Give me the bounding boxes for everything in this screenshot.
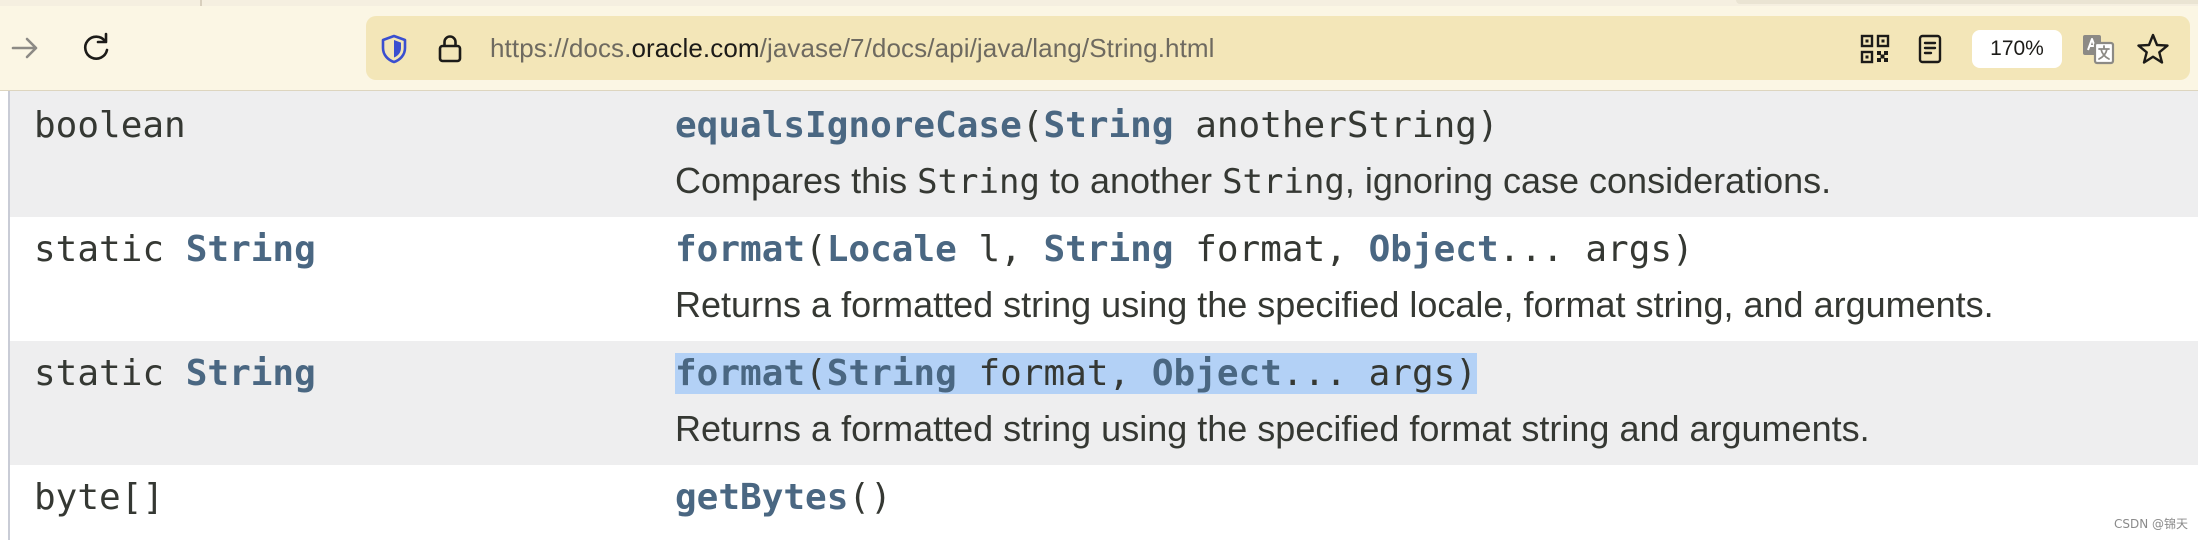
method-description: Compares this String to another String, … (675, 160, 1831, 202)
paren-open: ( (1021, 105, 1044, 146)
url-prefix: https://docs. (490, 33, 632, 63)
paren-open: ( (848, 477, 871, 518)
text-selection: format(String format, Object... args) (675, 353, 1477, 394)
method-signature: format(Locale l, String format, Object..… (675, 229, 1694, 270)
paren-close: ) (1672, 229, 1694, 270)
modifier: static (34, 229, 186, 270)
method-link[interactable]: equalsIgnoreCase (675, 105, 1022, 146)
param-type-link[interactable]: String (827, 353, 957, 394)
paren-open: ( (805, 353, 827, 394)
watermark: CSDN @锦天 (2113, 517, 2188, 531)
arrow-right-icon (11, 37, 38, 59)
reader-view-button[interactable] (1911, 30, 1949, 68)
desc-code: String (1222, 162, 1345, 202)
paren-close: ) (1476, 105, 1499, 146)
paren-open: ( (805, 229, 827, 270)
url-text[interactable]: https://docs.oracle.com/javase/7/docs/ap… (490, 33, 1215, 64)
star-icon (2137, 33, 2169, 64)
table-row: boolean equalsIgnoreCase(String anotherS… (10, 91, 2198, 217)
return-type-link[interactable]: String (186, 353, 316, 394)
param-type-link[interactable]: String (1043, 105, 1173, 146)
modifier: static (34, 353, 186, 394)
desc-text: , ignoring case considerations. (1344, 160, 1832, 201)
address-bar[interactable]: https://docs.oracle.com/javase/7/docs/ap… (366, 16, 2190, 80)
reload-button[interactable] (71, 23, 121, 73)
return-type: boolean (34, 105, 186, 146)
return-type-cell: static String (34, 353, 316, 394)
method-description: Returns a formatted string using the spe… (675, 408, 1870, 449)
paren-close: ) (870, 477, 892, 518)
param-name: format, (1173, 229, 1369, 270)
method-link[interactable]: format (675, 353, 805, 394)
method-signature: format(String format, Object... args) (675, 353, 1477, 394)
method-description: Returns a formatted string using the spe… (675, 284, 1994, 325)
desc-text: to another (1039, 160, 1223, 201)
return-type-cell: byte[] (34, 477, 164, 518)
param-type-link[interactable]: String (1043, 229, 1173, 270)
qr-code-icon (1860, 34, 1890, 64)
table-row: static String format(String format, Obje… (10, 341, 2198, 465)
url-host: oracle.com (631, 33, 760, 63)
reader-view-icon (1918, 34, 1942, 64)
table-row: static String format(Locale l, String fo… (10, 217, 2198, 341)
param-name: format, (956, 353, 1152, 394)
bookmark-star-button[interactable] (2134, 30, 2172, 68)
param-name: l, (956, 229, 1044, 270)
method-summary-table: boolean equalsIgnoreCase(String anotherS… (0, 91, 2198, 540)
return-type: byte[] (34, 477, 165, 518)
desc-text: Compares this (675, 160, 918, 201)
param-name: ... args (1498, 229, 1673, 270)
reload-icon (83, 32, 109, 60)
param-name: anotherString (1173, 105, 1477, 146)
method-link[interactable]: getBytes (675, 477, 848, 518)
desc-code: String (917, 162, 1040, 202)
zoom-level-button[interactable]: 170% (1972, 30, 2062, 68)
site-info-button[interactable] (435, 32, 465, 64)
return-type-cell: static String (34, 229, 316, 270)
param-type-link[interactable]: Object (1152, 353, 1282, 394)
tracking-protection-button[interactable] (379, 33, 409, 65)
shield-icon (381, 34, 407, 64)
return-type-link[interactable]: String (186, 229, 316, 270)
forward-button[interactable] (0, 23, 50, 73)
qr-code-button[interactable] (1856, 30, 1894, 68)
translate-icon (2083, 35, 2115, 65)
method-signature: getBytes() (675, 477, 892, 518)
translate-button[interactable] (2079, 30, 2117, 68)
method-signature: equalsIgnoreCase(String anotherString) (675, 105, 1499, 146)
lock-icon (438, 35, 462, 63)
url-path: /javase/7/docs/api/java/lang/String.html (759, 33, 1215, 63)
param-name: ... args (1281, 353, 1456, 394)
return-type-cell: boolean (34, 105, 186, 146)
method-link[interactable]: format (675, 229, 805, 270)
table-row: byte[] getBytes() (10, 465, 2198, 540)
paren-close: ) (1455, 353, 1477, 394)
tab-edge (1736, 0, 2198, 4)
param-type-link[interactable]: Object (1369, 229, 1499, 270)
browser-toolbar: https://docs.oracle.com/javase/7/docs/ap… (0, 6, 2198, 91)
param-type-link[interactable]: Locale (827, 229, 957, 270)
